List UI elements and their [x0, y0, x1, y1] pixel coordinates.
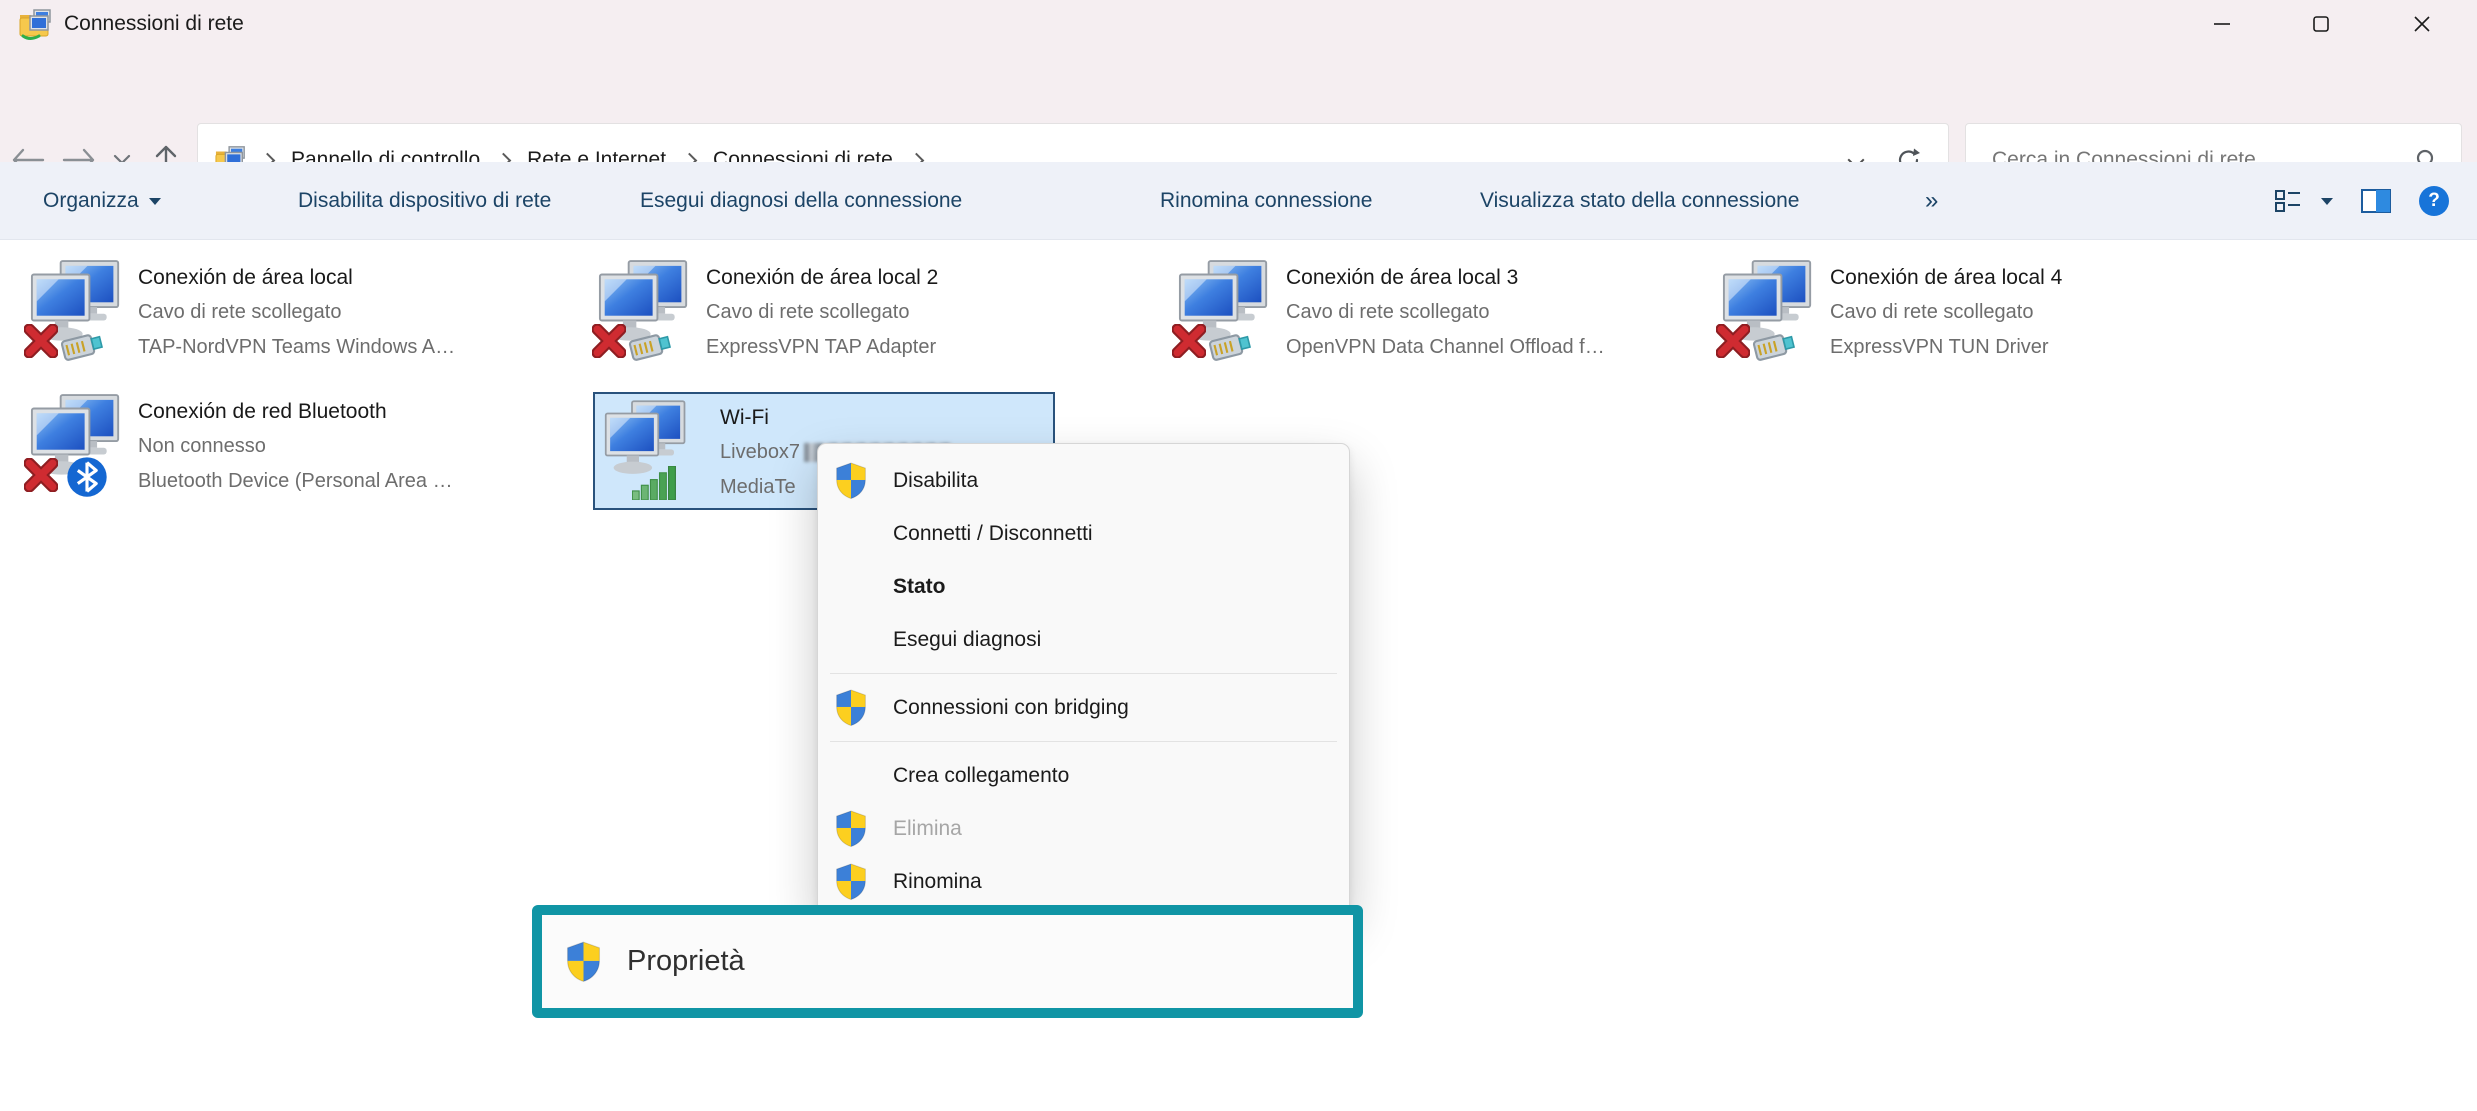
connection-device: OpenVPN Data Channel Offload f…: [1286, 330, 1605, 365]
disconnected-x-icon: [24, 324, 58, 358]
window-title: Connessioni di rete: [64, 0, 244, 48]
uac-shield-icon: [834, 689, 868, 726]
view-status-button[interactable]: Visualizza stato della connessione: [1480, 162, 1799, 240]
ethernet-plug-icon: [1752, 328, 1800, 362]
toolbar-overflow-button[interactable]: »: [1925, 162, 1938, 240]
connection-name: Conexión de área local 4: [1830, 260, 2062, 295]
connection-name: Conexión de área local 2: [706, 260, 938, 295]
wifi-signal-icon: [632, 466, 678, 500]
organize-menu-button[interactable]: Organizza: [43, 162, 161, 240]
menu-item-label: Connessioni con bridging: [893, 696, 1129, 720]
network-connections-app-icon: [18, 7, 54, 41]
connection-item-bluetooth[interactable]: Conexión de red Bluetooth Non connesso B…: [30, 392, 453, 499]
menu-item-bridge-connections[interactable]: Connessioni con bridging: [818, 681, 1349, 734]
ethernet-plug-icon: [628, 328, 676, 362]
disable-device-button[interactable]: Disabilita dispositivo di rete: [298, 162, 551, 240]
caret-down-icon: [149, 198, 161, 205]
connection-device: ExpressVPN TAP Adapter: [706, 330, 938, 365]
minimize-button[interactable]: [2172, 0, 2271, 48]
bluetooth-icon: [66, 456, 108, 498]
menu-item-delete: Elimina: [818, 802, 1349, 855]
network-adapter-icon: [604, 398, 688, 494]
organize-label: Organizza: [43, 189, 139, 213]
connection-name: Conexión de área local 3: [1286, 260, 1605, 295]
connection-name: Conexión de red Bluetooth: [138, 394, 453, 429]
menu-item-label: Esegui diagnosi: [893, 628, 1041, 652]
help-button[interactable]: ?: [2419, 186, 2449, 216]
list-view-icon: [2275, 189, 2301, 213]
connection-status: Non connesso: [138, 429, 453, 464]
menu-item-connect-disconnect[interactable]: Connetti / Disconnetti: [818, 507, 1349, 560]
context-menu: Disabilita Connetti / Disconnetti Stato …: [817, 443, 1350, 910]
connection-status: Cavo di rete scollegato: [706, 295, 938, 330]
disconnected-x-icon: [1172, 324, 1206, 358]
navigation-bar: Pannello di controllo Rete e Internet Co…: [0, 48, 2477, 162]
menu-item-properties-highlighted[interactable]: Proprietà: [532, 905, 1363, 1018]
connection-item-lan4[interactable]: Conexión de área local 4 Cavo di rete sc…: [1722, 258, 2062, 365]
menu-item-label: Disabilita: [893, 469, 978, 493]
connection-status: Cavo di rete scollegato: [1286, 295, 1605, 330]
connection-name: Wi-Fi: [720, 400, 952, 435]
uac-shield-icon: [834, 863, 868, 900]
uac-shield-icon: [834, 462, 868, 499]
network-adapter-icon: [1722, 258, 1814, 360]
properties-label: Proprietà: [627, 945, 745, 978]
title-bar: Connessioni di rete: [0, 0, 2477, 48]
uac-shield-icon: [565, 941, 602, 982]
menu-item-label: Elimina: [893, 817, 962, 841]
connection-status: Cavo di rete scollegato: [138, 295, 455, 330]
connection-status: Cavo di rete scollegato: [1830, 295, 2062, 330]
maximize-button[interactable]: [2271, 0, 2370, 48]
menu-item-label: Crea collegamento: [893, 764, 1069, 788]
view-options-button[interactable]: [2275, 189, 2333, 213]
network-adapter-icon: [1178, 258, 1270, 360]
command-toolbar: Organizza Disabilita dispositivo di rete…: [0, 162, 2477, 240]
connection-device: TAP-NordVPN Teams Windows A…: [138, 330, 455, 365]
menu-separator: [830, 673, 1337, 674]
caret-down-icon: [2321, 198, 2333, 205]
connection-item-lan2[interactable]: Conexión de área local 2 Cavo di rete sc…: [598, 258, 938, 365]
menu-item-rename[interactable]: Rinomina: [818, 855, 1349, 908]
menu-item-label: Stato: [893, 575, 946, 599]
menu-item-disable[interactable]: Disabilita: [818, 454, 1349, 507]
network-adapter-icon: [30, 392, 122, 494]
preview-pane-icon[interactable]: [2361, 189, 2391, 213]
ethernet-plug-icon: [1208, 328, 1256, 362]
diagnose-connection-button[interactable]: Esegui diagnosi della connessione: [640, 162, 962, 240]
menu-item-diagnose[interactable]: Esegui diagnosi: [818, 613, 1349, 666]
menu-item-label: Connetti / Disconnetti: [893, 522, 1093, 546]
menu-item-label: Rinomina: [893, 870, 982, 894]
uac-shield-icon: [834, 810, 868, 847]
disconnected-x-icon: [592, 324, 626, 358]
menu-item-status[interactable]: Stato: [818, 560, 1349, 613]
menu-item-create-shortcut[interactable]: Crea collegamento: [818, 749, 1349, 802]
menu-separator: [830, 741, 1337, 742]
close-button[interactable]: [2372, 0, 2471, 48]
connection-item-lan1[interactable]: Conexión de área local Cavo di rete scol…: [30, 258, 455, 365]
disconnected-x-icon: [1716, 324, 1750, 358]
rename-connection-button[interactable]: Rinomina connessione: [1160, 162, 1372, 240]
connection-device: ExpressVPN TUN Driver: [1830, 330, 2062, 365]
connection-item-lan3[interactable]: Conexión de área local 3 Cavo di rete sc…: [1178, 258, 1605, 365]
connection-device: Bluetooth Device (Personal Area …: [138, 464, 453, 499]
network-adapter-icon: [30, 258, 122, 360]
ethernet-plug-icon: [60, 328, 108, 362]
network-adapter-icon: [598, 258, 690, 360]
connection-name: Conexión de área local: [138, 260, 455, 295]
disconnected-x-icon: [24, 458, 58, 492]
